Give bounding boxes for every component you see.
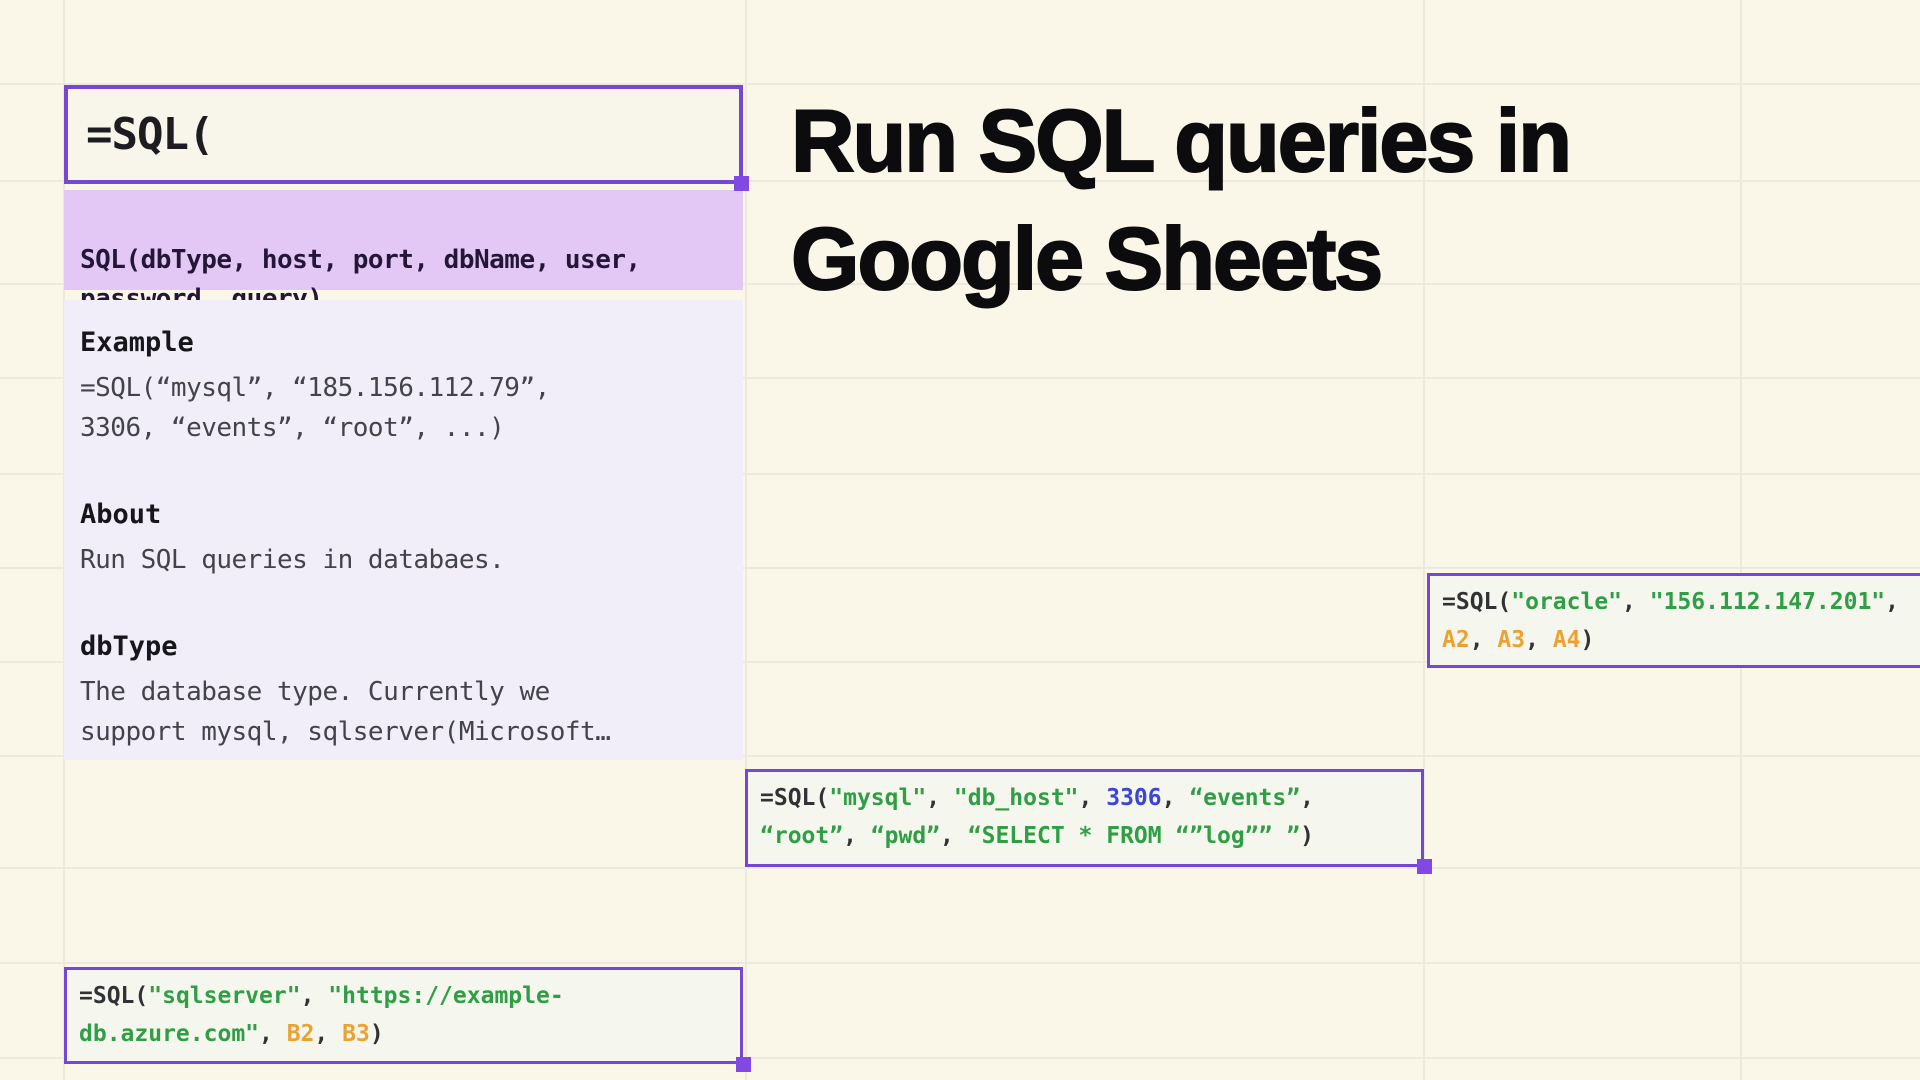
formula-text: =SQL( (86, 109, 213, 160)
page-title-line2: Google Sheets (791, 200, 1570, 318)
spreadsheet-canvas: { "title": { "line1": "Run SQL queries i… (0, 0, 1920, 1080)
help-heading: About (80, 498, 727, 532)
help-body: The database type. Currently we support … (80, 672, 727, 752)
gridline-horizontal (0, 867, 1920, 869)
code-token: "mysql" (829, 785, 926, 811)
formula-signature-tooltip: SQL(dbType, host, port, dbName, user, pa… (64, 190, 743, 290)
code-token: "db_host" (954, 785, 1079, 811)
help-section-example: Example =SQL(“mysql”, “185.156.112.79”, … (80, 326, 727, 448)
help-heading: dbType (80, 630, 727, 664)
code-token: , (1300, 785, 1314, 811)
code-token: , (301, 983, 329, 1009)
code-token: , (1885, 589, 1899, 615)
code-token: =SQL( (1442, 589, 1511, 615)
code-token: ) (370, 1021, 384, 1047)
formula-help-panel: Example =SQL(“mysql”, “185.156.112.79”, … (64, 300, 743, 760)
code-token: ) (1581, 627, 1595, 653)
formula-line: =SQL("mysql", "db_host", 3306, “events”, (760, 779, 1409, 817)
active-cell-formula-input[interactable]: =SQL( (64, 85, 743, 184)
formula-line: db.azure.com", B2, B3) (79, 1015, 728, 1053)
help-heading: Example (80, 326, 727, 360)
code-token: A4 (1553, 627, 1581, 653)
formula-line: A2, A3, A4) (1442, 621, 1920, 659)
code-token: “events” (1189, 785, 1300, 811)
code-token: , (1079, 785, 1107, 811)
code-token: "156.112.147.201" (1650, 589, 1885, 615)
page-title: Run SQL queries in Google Sheets (791, 82, 1570, 318)
gridline-horizontal (0, 962, 1920, 964)
code-token: , (1470, 627, 1498, 653)
code-token: ) (1300, 823, 1314, 849)
code-token: "oracle" (1511, 589, 1622, 615)
code-token: =SQL( (760, 785, 829, 811)
code-token: “SELECT * FROM “”log”” ” (968, 823, 1300, 849)
fill-handle[interactable] (736, 1057, 751, 1072)
help-body: =SQL(“mysql”, “185.156.112.79”, 3306, “e… (80, 368, 727, 448)
code-token: , (940, 823, 968, 849)
help-body: Run SQL queries in databaes. (80, 540, 727, 580)
code-token: , (1622, 589, 1650, 615)
code-token: , (259, 1021, 287, 1047)
page-title-line1: Run SQL queries in (791, 82, 1570, 200)
code-token: A3 (1497, 627, 1525, 653)
cell-formula-oracle[interactable]: =SQL("oracle", "156.112.147.201", A2, A3… (1427, 573, 1920, 668)
help-section-about: About Run SQL queries in databaes. (80, 498, 727, 580)
fill-handle[interactable] (734, 176, 749, 191)
code-token: B3 (342, 1021, 370, 1047)
code-token: db.azure.com" (79, 1021, 259, 1047)
code-token: , (926, 785, 954, 811)
code-token: 3306 (1106, 785, 1161, 811)
formula-line: =SQL("sqlserver", "https://example- (79, 977, 728, 1015)
code-token: B2 (287, 1021, 315, 1047)
code-token: , (843, 823, 871, 849)
code-token: =SQL( (79, 983, 148, 1009)
code-token: , (1525, 627, 1553, 653)
code-token: “root” (760, 823, 843, 849)
cell-formula-sqlserver[interactable]: =SQL("sqlserver", "https://example- db.a… (64, 967, 743, 1064)
gridline-vertical (745, 0, 747, 1080)
formula-line: “root”, “pwd”, “SELECT * FROM “”log”” ”) (760, 817, 1409, 855)
code-token: , (1162, 785, 1190, 811)
help-section-dbtype: dbType The database type. Currently we s… (80, 630, 727, 752)
code-token: , (314, 1021, 342, 1047)
code-token: A2 (1442, 627, 1470, 653)
gridline-vertical (1740, 0, 1742, 1080)
code-token: “pwd” (871, 823, 940, 849)
cell-formula-mysql[interactable]: =SQL("mysql", "db_host", 3306, “events”,… (745, 769, 1424, 867)
fill-handle[interactable] (1417, 859, 1432, 874)
code-token: "https://example- (328, 983, 563, 1009)
formula-line: =SQL("oracle", "156.112.147.201", (1442, 583, 1920, 621)
code-token: "sqlserver" (148, 983, 300, 1009)
